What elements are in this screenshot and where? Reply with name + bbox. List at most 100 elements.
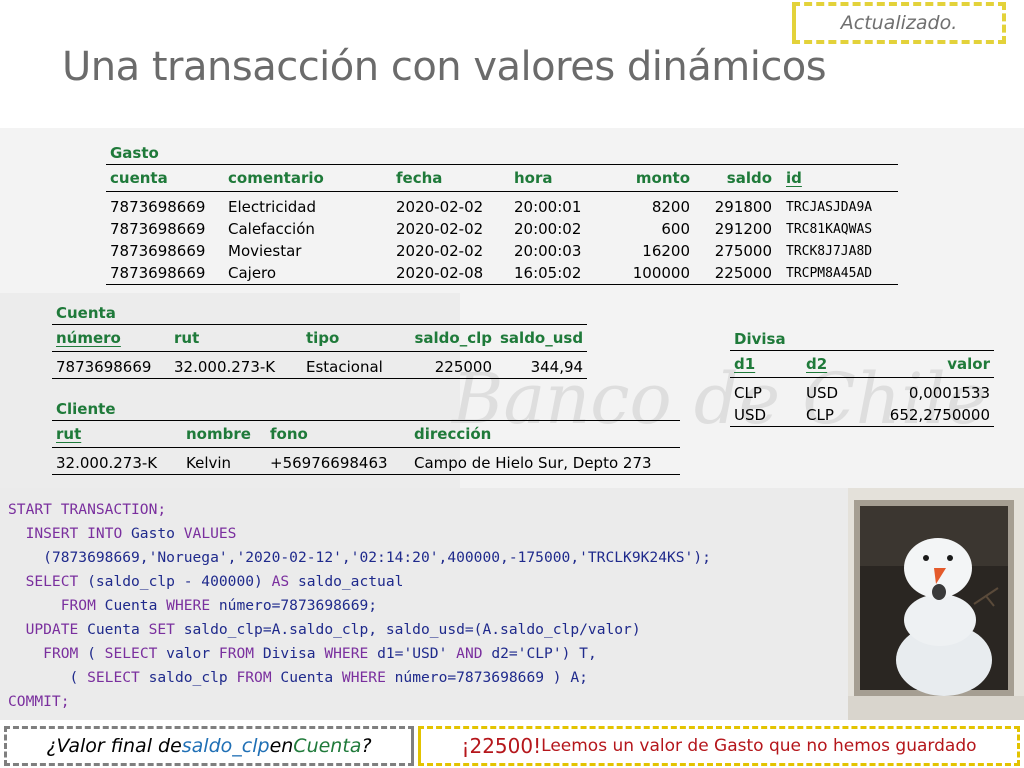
divisa-caption: Divisa (734, 330, 786, 348)
code-keyword: FROM (60, 597, 96, 614)
cliente-header-nombre: nombre (186, 425, 251, 443)
code-text: valor (157, 645, 219, 662)
code-text: saldo_clp=A.saldo_clp, saldo_usd=(A.sald… (174, 621, 641, 638)
cell: +56976698463 (270, 454, 388, 472)
code-keyword: INSERT INTO (25, 525, 123, 542)
cell: CLP (806, 406, 834, 424)
divisa-header-d1: d1 (734, 355, 756, 373)
code-keyword: COMMIT; (8, 693, 70, 710)
code-keyword: SELECT (104, 645, 158, 662)
code-keyword: FROM (218, 645, 255, 662)
cell: 100000 (632, 264, 690, 282)
tables-panel: Banco de Chile Gasto cuenta comentario f… (0, 128, 1024, 488)
cell: 32.000.273-K (56, 454, 158, 472)
code-text: saldo_clp (139, 669, 237, 686)
cuenta-header-saldo-usd: saldo_usd (500, 329, 584, 347)
table-row: 32.000.273-K Kelvin +56976698463 Campo d… (52, 448, 680, 475)
cell: 16:05:02 (514, 264, 582, 282)
cuenta-header-tipo: tipo (306, 329, 340, 347)
divisa-table: Divisa d1 d2 valor CLP USD 0,0001533 USD… (730, 328, 994, 427)
gasto-caption: Gasto (110, 144, 159, 162)
gasto-header-cuenta: cuenta (110, 169, 168, 187)
code-text: número=7873698669; (210, 597, 378, 614)
cuenta-table: Cuenta número rut tipo saldo_clp saldo_u… (52, 302, 588, 379)
cell: 2020-02-08 (396, 264, 484, 282)
cell: 600 (661, 220, 690, 238)
cell: 20:00:02 (514, 220, 582, 238)
code-keyword: FROM (43, 645, 79, 662)
cell: 7873698669 (110, 198, 206, 216)
code-keyword: SELECT (87, 669, 140, 686)
snowman-illustration (848, 488, 1024, 720)
cell: 344,94 (530, 358, 584, 376)
gasto-header-monto: monto (635, 169, 690, 187)
cliente-table: Cliente rut nombre fono dirección 32.000… (52, 398, 680, 475)
code-keyword: AND (456, 645, 483, 662)
cell: 20:00:03 (514, 242, 582, 260)
code-text: número=7873698669 ) A; (385, 669, 588, 686)
code-text: Gasto (122, 525, 184, 542)
cell: Campo de Hielo Sur, Depto 273 (414, 454, 652, 472)
table-row: CLP USD 0,0001533 (730, 378, 994, 405)
code-keyword: VALUES (183, 525, 237, 542)
cell: Electricidad (228, 198, 316, 216)
code-text: Divisa (254, 645, 325, 662)
gasto-header-id: id (786, 169, 802, 187)
answer-value: ¡22500! (461, 734, 542, 758)
question-column-name: saldo_clp (181, 735, 270, 757)
divisa-header-d2: d2 (806, 355, 828, 373)
table-row: USD CLP 652,2750000 (730, 404, 994, 427)
cell: 7873698669 (110, 242, 206, 260)
cell: USD (734, 406, 767, 424)
code-text: saldo_actual (289, 573, 404, 590)
cell: 2020-02-02 (396, 242, 484, 260)
table-row: 7873698669 Moviestar 2020-02-02 20:00:03… (106, 240, 898, 262)
cell: 225000 (714, 264, 772, 282)
cuenta-header-rut: rut (174, 329, 200, 347)
question-table-name: Cuenta (293, 735, 362, 757)
cliente-caption: Cliente (56, 400, 116, 418)
cell: TRCJASJDA9A (786, 199, 873, 215)
code-keyword: SET (148, 621, 175, 638)
gasto-header-hora: hora (514, 169, 553, 187)
cell: USD (806, 384, 839, 402)
cell: Calefacción (228, 220, 315, 238)
answer-text: Leemos un valor de Gasto que no hemos gu… (541, 736, 977, 756)
cuenta-header-numero: número (56, 329, 121, 347)
code-keyword: START TRANSACTION; (8, 501, 167, 518)
question-box: ¿Valor final de saldo_clp en Cuenta? (4, 726, 414, 766)
code-keyword: WHERE (324, 645, 369, 662)
code-text: d2='CLP') T, (482, 645, 597, 662)
code-text: (7873698669,'Noruega','2020-02-12','02:1… (43, 549, 711, 566)
cliente-header-rut: rut (56, 425, 82, 443)
code-text: ( (69, 669, 88, 686)
question-text: en (269, 735, 294, 757)
slide-title: Una transacción con valores dinámicos (62, 44, 827, 90)
cell: Estacional (306, 358, 383, 376)
cell: 7873698669 (110, 220, 206, 238)
question-text: ? (361, 735, 372, 757)
table-row: 7873698669 Cajero 2020-02-08 16:05:02 10… (106, 262, 898, 285)
cell: 20:00:01 (514, 198, 582, 216)
cell: Moviestar (228, 242, 302, 260)
table-row: 7873698669 32.000.273-K Estacional 22500… (52, 352, 587, 379)
code-keyword: WHERE (166, 597, 211, 614)
cell: 291200 (714, 220, 772, 238)
cell: 8200 (651, 198, 690, 216)
cuenta-header-saldo-clp: saldo_clp (414, 329, 492, 347)
cell: Cajero (228, 264, 277, 282)
cell: 291800 (714, 198, 772, 216)
cell: 7873698669 (110, 264, 206, 282)
cell: 32.000.273-K (174, 358, 276, 376)
code-text: Cuenta (95, 597, 167, 614)
cell: 2020-02-02 (396, 220, 484, 238)
updated-badge: Actualizado. (792, 2, 1006, 44)
code-text: Cuenta (271, 669, 342, 686)
cell: 0,0001533 (908, 384, 990, 402)
code-text: ( (78, 645, 105, 662)
cell: 7873698669 (56, 358, 152, 376)
sql-code: START TRANSACTION; INSERT INTO Gasto VAL… (8, 498, 711, 714)
cliente-header-fono: fono (270, 425, 308, 443)
cuenta-caption: Cuenta (56, 304, 116, 322)
cell: TRC81KAQWAS (786, 221, 873, 237)
